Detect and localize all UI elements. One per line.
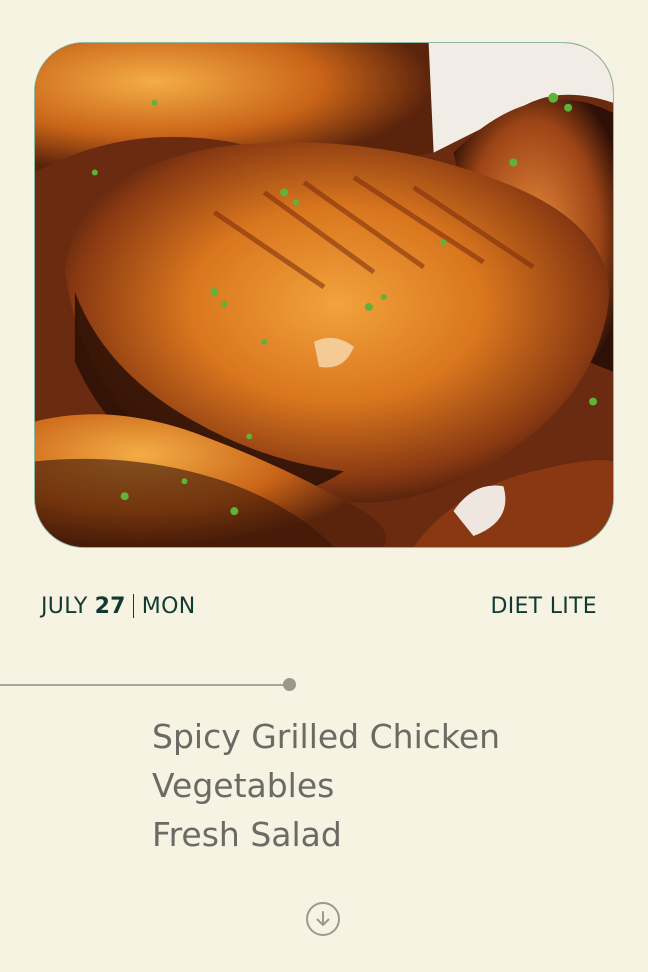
arrow-down-circle-icon — [316, 911, 330, 926]
date-plan-row: JULY 27 MON DIET LITE — [41, 591, 597, 621]
weekday-label: MON — [141, 593, 196, 619]
date-separator — [132, 594, 134, 618]
day-number: 27 — [94, 593, 126, 619]
meal-item: Fresh Salad — [152, 815, 342, 854]
meal-item: Spicy Grilled Chicken — [152, 717, 501, 756]
meal-item: Vegetables — [152, 766, 335, 805]
hero-food-image — [34, 42, 614, 548]
grilled-chicken-illustration — [35, 43, 613, 547]
date-display: JULY 27 MON — [41, 594, 195, 619]
scroll-down-button[interactable] — [306, 902, 340, 936]
timeline-dot — [283, 678, 296, 691]
plan-name: DIET LITE — [490, 593, 597, 619]
timeline-line — [0, 684, 290, 686]
month-label: JULY — [41, 593, 88, 619]
meal-items-list: Spicy Grilled Chicken Vegetables Fresh S… — [152, 712, 500, 859]
